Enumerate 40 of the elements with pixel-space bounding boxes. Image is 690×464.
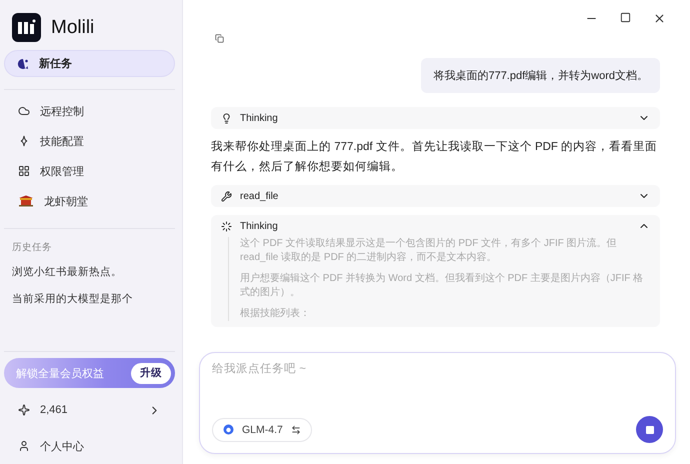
model-selector[interactable]: GLM-4.7 xyxy=(212,418,312,442)
stop-button[interactable] xyxy=(636,416,663,443)
close-icon[interactable] xyxy=(653,12,666,25)
cloud-icon xyxy=(18,105,30,117)
thinking-text: 根据技能列表： xyxy=(240,307,311,321)
wrench-icon xyxy=(221,190,232,202)
nav-item[interactable]: 远程控制 xyxy=(4,96,175,126)
maximize-icon[interactable] xyxy=(620,12,631,23)
history-heading: 历史任务 xyxy=(11,241,53,255)
new-task-button[interactable]: 新任务 xyxy=(4,50,175,77)
step-title: Thinking xyxy=(240,220,279,232)
profile-item[interactable]: 个人中心 xyxy=(4,428,175,464)
stop-icon xyxy=(646,426,654,434)
user-message: 将我桌面的777.pdf编辑，并转为word文档。 xyxy=(421,58,660,93)
nav-item[interactable]: 龙虾朝堂 xyxy=(4,186,175,216)
copy-icon[interactable] xyxy=(215,34,224,43)
step-title: Thinking xyxy=(240,112,279,124)
temple-icon xyxy=(18,195,34,207)
history-item[interactable]: 浏览小红书最新热点。 xyxy=(4,258,175,285)
step-panel[interactable]: Thinking xyxy=(211,107,660,129)
upgrade-button[interactable]: 升级 xyxy=(131,362,171,384)
history-item[interactable]: 当前采用的大模型是那个 xyxy=(4,285,175,312)
user-icon xyxy=(18,440,30,452)
model-logo-icon xyxy=(223,424,234,435)
nav-item[interactable]: 权限管理 xyxy=(4,156,175,186)
step-title: read_file xyxy=(240,190,280,202)
membership-text: 解锁全量会员权益 xyxy=(16,366,104,380)
app-name: Molili xyxy=(51,16,94,38)
step-panel[interactable]: read_file xyxy=(211,185,660,207)
loading-icon xyxy=(221,220,232,232)
nav-item[interactable]: 技能配置 xyxy=(4,126,175,156)
swap-icon xyxy=(290,424,301,434)
lightbulb-icon xyxy=(221,112,232,124)
grid-icon xyxy=(18,165,30,177)
thinking-text: 用户想要编辑这个 PDF 并转换为 Word 文档。但我看到这个 PDF 主要是图片内容（JFIF 格式的图片）。 xyxy=(240,272,644,300)
points-item[interactable]: 2,461 xyxy=(4,392,175,428)
assistant-message: 我来帮你处理桌面上的 777.pdf 文件。首先让我读取一下这个 PDF 的内容，看看里面有什么，然后了解你想要如何编辑。 xyxy=(211,139,658,175)
step-panel[interactable]: Thinking 这个 PDF 文件读取结果显示这是一个包含图片的 PDF 文件，有多个 JFIF 图片流。但 read_file 读取的是 PDF 的二进制内容，而不是文本内容。 用户想要编辑这个 PDF 并转换为 Word 文档。但我看到这个 PDF 主要是图片内容（JFIF 格式的图片）。 根据技能列表： xyxy=(211,215,660,327)
app-logo-icon xyxy=(12,13,41,42)
thinking-text: 这个 PDF 文件读取结果显示这是一个包含图片的 PDF 文件，有多个 JFIF 图片流。但 read_file 读取的是 PDF 的二进制内容，而不是文本内容。 xyxy=(240,237,618,265)
